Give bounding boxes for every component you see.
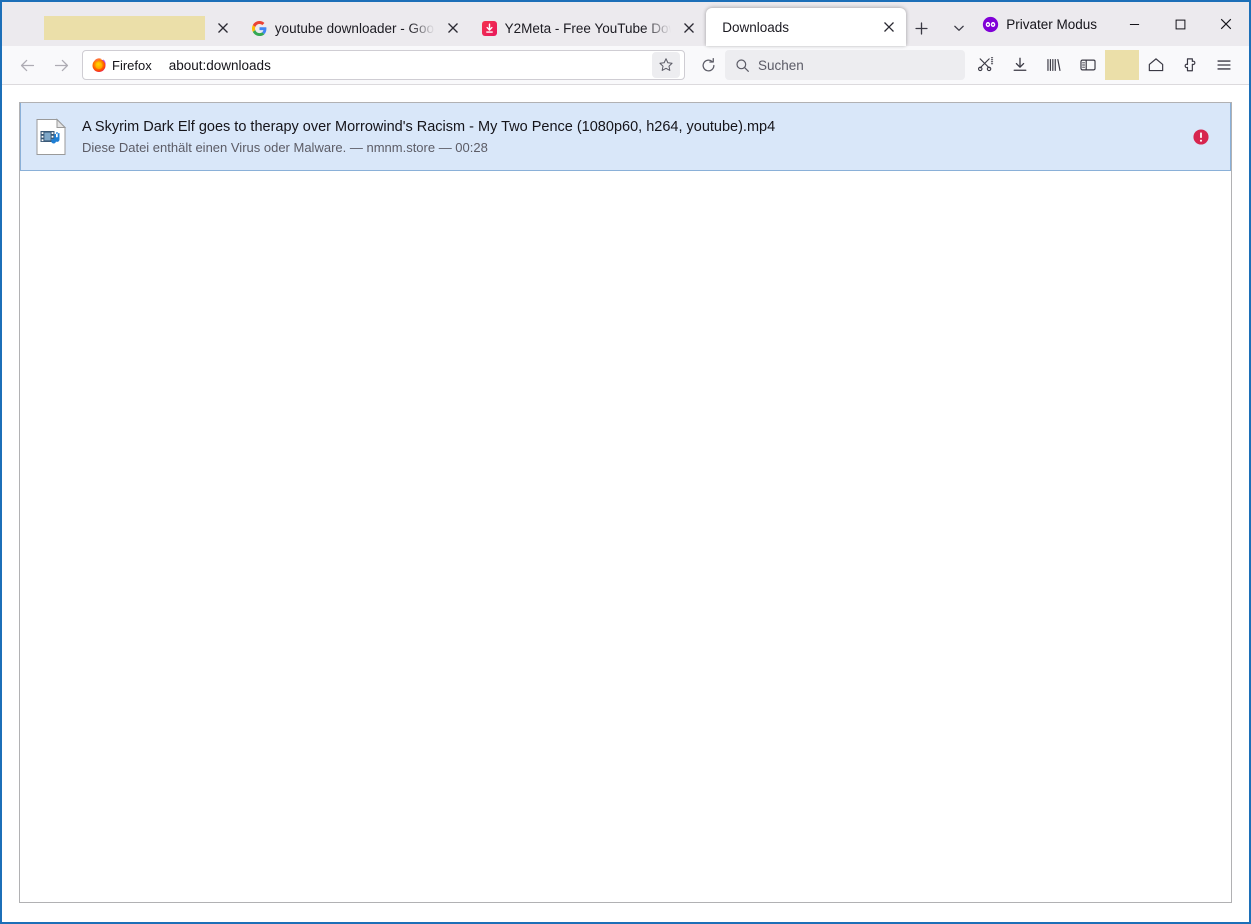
extensions-button[interactable] xyxy=(1173,50,1207,80)
maximize-icon xyxy=(1175,19,1185,29)
home-button[interactable] xyxy=(1139,50,1173,80)
url-text: about:downloads xyxy=(168,57,271,73)
library-icon xyxy=(1047,59,1061,71)
app-menu-button[interactable] xyxy=(1207,50,1241,80)
tab-redacted[interactable] xyxy=(32,10,240,46)
tab-downloads[interactable]: Downloads xyxy=(706,8,907,46)
reload-icon xyxy=(702,57,714,71)
hamburger-menu-icon xyxy=(1217,60,1231,70)
y2meta-download-icon xyxy=(482,20,498,36)
tab-title-downloads: Downloads xyxy=(722,19,789,35)
search-input-placeholder: Suchen xyxy=(758,57,804,73)
sidebar-button[interactable] xyxy=(1071,50,1105,80)
maximize-window-button[interactable] xyxy=(1157,3,1203,45)
forward-button[interactable] xyxy=(44,50,78,80)
warning-circle-icon[interactable] xyxy=(1192,128,1210,146)
firefox-logo-icon xyxy=(91,57,107,73)
private-mask-icon xyxy=(982,16,999,33)
search-icon xyxy=(735,58,750,73)
arrow-left-icon xyxy=(20,59,34,71)
downloads-list: A Skyrim Dark Elf goes to therapy over M… xyxy=(19,102,1232,903)
back-button[interactable] xyxy=(10,50,44,80)
tab-title-redacted xyxy=(44,16,205,40)
firefox-identity-chip[interactable]: Firefox xyxy=(87,55,159,75)
address-bar[interactable]: Firefox about:downloads xyxy=(82,50,685,80)
extensions-puzzle-icon xyxy=(1184,58,1196,72)
firefox-chip-label: Firefox xyxy=(112,57,152,73)
browser-window: youtube downloader - Goog Y2Meta - Free … xyxy=(0,0,1251,924)
media-file-icon xyxy=(34,117,68,156)
navigation-toolbar: Firefox about:downloads Suchen xyxy=(2,46,1249,85)
tab-title-youtube-downloader: youtube downloader - Goog xyxy=(274,20,435,36)
search-bar[interactable]: Suchen xyxy=(725,50,965,80)
minimize-icon xyxy=(1129,23,1139,25)
tab-title-y2meta: Y2Meta - Free YouTube Dow xyxy=(504,20,672,36)
arrow-right-icon xyxy=(54,59,68,71)
new-tab-button[interactable] xyxy=(906,12,937,44)
screenshot-icon xyxy=(977,57,995,72)
home-icon xyxy=(1148,58,1164,72)
plus-icon xyxy=(915,21,928,35)
star-icon xyxy=(659,58,673,71)
downloads-page-content: A Skyrim Dark Elf goes to therapy over M… xyxy=(2,85,1249,922)
private-mode-label: Privater Modus xyxy=(1006,16,1097,32)
tab-close-button[interactable] xyxy=(678,17,700,39)
tab-youtube-downloader[interactable]: youtube downloader - Goog xyxy=(240,10,470,46)
download-arrow-icon xyxy=(1013,57,1027,71)
close-icon xyxy=(684,23,695,33)
minimize-window-button[interactable] xyxy=(1111,3,1157,45)
redacted-toolbar-item[interactable] xyxy=(1105,50,1139,80)
bookmark-star-button[interactable] xyxy=(652,52,680,78)
tab-close-button[interactable] xyxy=(442,17,464,39)
chevron-down-icon xyxy=(953,25,964,31)
download-details: A Skyrim Dark Elf goes to therapy over M… xyxy=(82,119,1178,155)
download-list-item[interactable]: A Skyrim Dark Elf goes to therapy over M… xyxy=(20,103,1231,171)
close-icon xyxy=(217,23,228,33)
downloads-button[interactable] xyxy=(1003,50,1037,80)
private-mode-indicator: Privater Modus xyxy=(974,9,1111,39)
close-icon xyxy=(447,23,458,33)
close-icon xyxy=(1220,18,1232,30)
google-g-icon xyxy=(252,20,268,36)
screenshot-button[interactable] xyxy=(969,50,1003,80)
tab-y2meta[interactable]: Y2Meta - Free YouTube Dow xyxy=(470,10,707,46)
tab-close-button[interactable] xyxy=(212,17,234,39)
list-all-tabs-button[interactable] xyxy=(943,12,974,44)
close-window-button[interactable] xyxy=(1203,3,1249,45)
toolbar-icon-group xyxy=(969,50,1241,80)
download-filename: A Skyrim Dark Elf goes to therapy over M… xyxy=(82,118,776,135)
window-controls-area: Privater Modus xyxy=(974,2,1249,46)
sidebar-icon xyxy=(1080,59,1096,71)
download-status: Diese Datei enthält einen Virus oder Mal… xyxy=(82,139,488,155)
library-button[interactable] xyxy=(1037,50,1071,80)
close-icon xyxy=(884,22,895,32)
tab-strip: youtube downloader - Goog Y2Meta - Free … xyxy=(2,2,1249,46)
tab-close-button[interactable] xyxy=(878,16,900,38)
reload-button[interactable] xyxy=(691,50,725,80)
